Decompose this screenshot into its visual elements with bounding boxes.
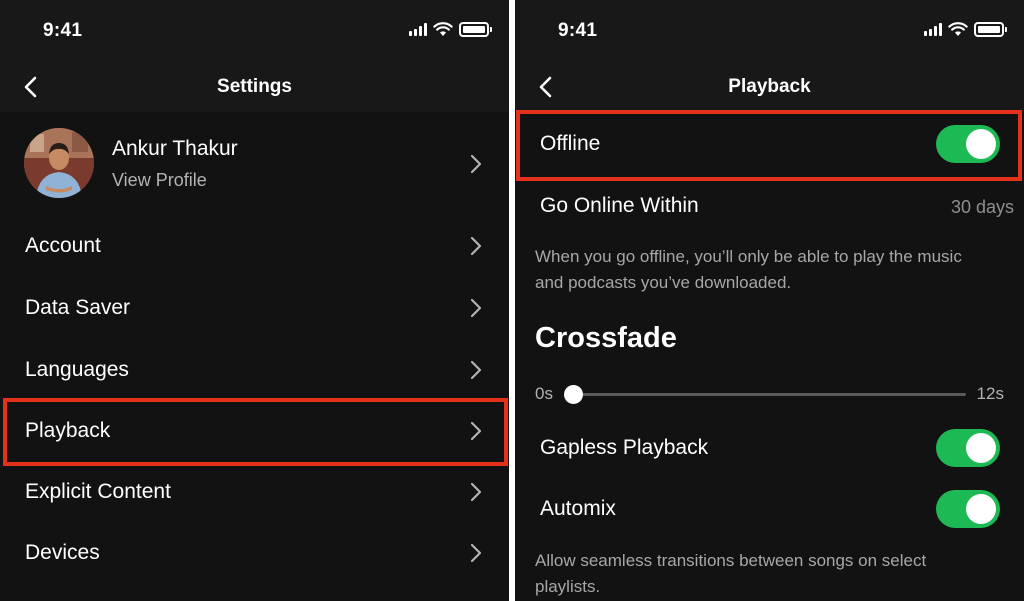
- gapless-label: Gapless Playback: [540, 436, 709, 459]
- settings-screen: 9:41 Settings Ankur Thakur View Profile …: [0, 0, 509, 601]
- settings-item-label: Devices: [25, 541, 100, 564]
- offline-description: When you go offline, you’ll only be able…: [535, 247, 962, 292]
- status-icons: [924, 22, 1007, 37]
- avatar: [24, 128, 94, 198]
- crossfade-min-label: 0s: [535, 384, 553, 403]
- toggle-knob: [966, 433, 996, 463]
- go-online-value[interactable]: 30 days: [951, 197, 1014, 218]
- battery-icon: [974, 22, 1007, 37]
- settings-item-label: Data Saver: [25, 296, 131, 319]
- settings-item-account[interactable]: Account: [0, 215, 509, 277]
- page-title: Playback: [728, 76, 811, 97]
- crossfade-slider-thumb[interactable]: [563, 385, 583, 404]
- battery-icon: [459, 22, 492, 37]
- settings-item-label: Playback: [25, 419, 111, 442]
- settings-item-label: Account: [25, 234, 101, 257]
- profile-name: Ankur Thakur: [112, 137, 238, 160]
- crossfade-slider-track[interactable]: [573, 393, 966, 396]
- toggle-knob: [966, 129, 996, 159]
- status-time: 9:41: [558, 20, 598, 41]
- chevron-right-icon: [470, 421, 482, 441]
- crossfade-title: Crossfade: [535, 322, 677, 354]
- crossfade-max-label: 12s: [976, 384, 1004, 403]
- header: 9:41 Settings: [0, 0, 509, 112]
- go-online-label: Go Online Within: [540, 194, 699, 217]
- automix-description: Allow seamless transitions between songs…: [535, 551, 927, 596]
- settings-item-label: Languages: [25, 358, 129, 381]
- settings-item-languages[interactable]: Languages: [0, 339, 509, 401]
- automix-label: Automix: [540, 497, 616, 520]
- header: 9:41 Playback: [515, 0, 1024, 112]
- chevron-right-icon: [470, 543, 482, 563]
- settings-item-data-saver[interactable]: Data Saver: [0, 277, 509, 339]
- offline-toggle[interactable]: [936, 125, 1000, 163]
- playback-screen: 9:41 Playback Offline Go Online Within 3…: [515, 0, 1024, 601]
- chevron-right-icon: [470, 482, 482, 502]
- signal-icon: [924, 23, 942, 36]
- settings-item-label: Explicit Content: [25, 480, 171, 503]
- settings-item-devices[interactable]: Devices: [0, 522, 509, 584]
- chevron-right-icon: [470, 154, 482, 174]
- status-time: 9:41: [43, 20, 83, 41]
- gapless-toggle[interactable]: [936, 429, 1000, 467]
- wifi-icon: [433, 22, 453, 36]
- toggle-knob: [966, 494, 996, 524]
- settings-item-playback[interactable]: Playback: [0, 400, 509, 462]
- profile-row[interactable]: Ankur Thakur View Profile: [0, 120, 509, 208]
- offline-label: Offline: [540, 132, 601, 155]
- view-profile-link[interactable]: View Profile: [112, 170, 207, 191]
- wifi-icon: [948, 22, 968, 36]
- status-icons: [409, 22, 492, 37]
- chevron-right-icon: [470, 298, 482, 318]
- chevron-right-icon: [470, 360, 482, 380]
- settings-item-explicit-content[interactable]: Explicit Content: [0, 461, 509, 523]
- automix-toggle[interactable]: [936, 490, 1000, 528]
- signal-icon: [409, 23, 427, 36]
- page-title: Settings: [217, 76, 292, 97]
- chevron-right-icon: [470, 236, 482, 256]
